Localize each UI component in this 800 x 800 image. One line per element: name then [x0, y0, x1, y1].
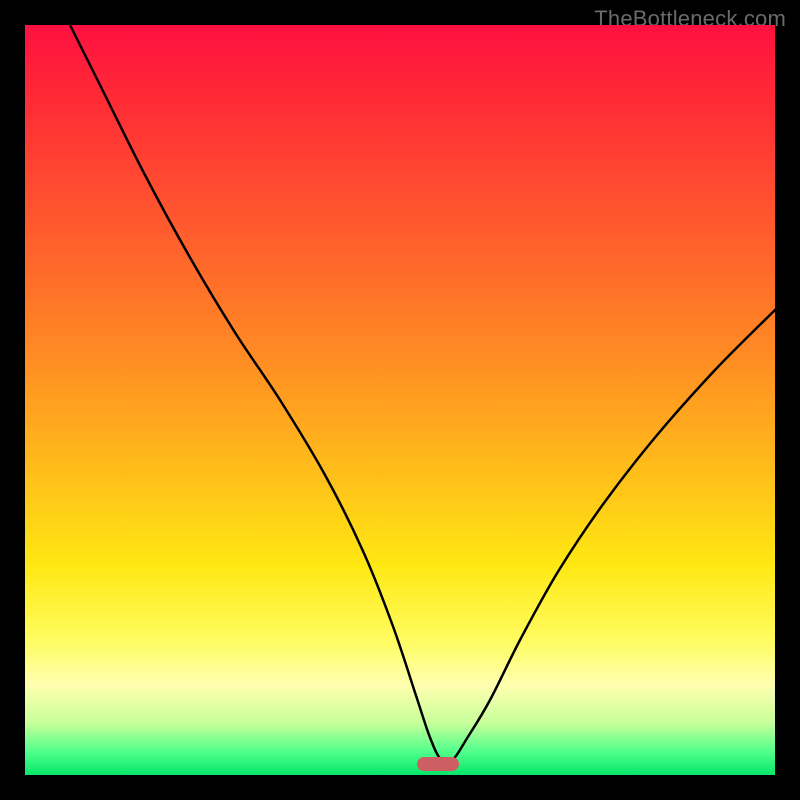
- chart-frame: TheBottleneck.com: [0, 0, 800, 800]
- optimum-marker: [417, 757, 459, 771]
- bottleneck-curve: [25, 25, 775, 775]
- plot-area: [25, 25, 775, 775]
